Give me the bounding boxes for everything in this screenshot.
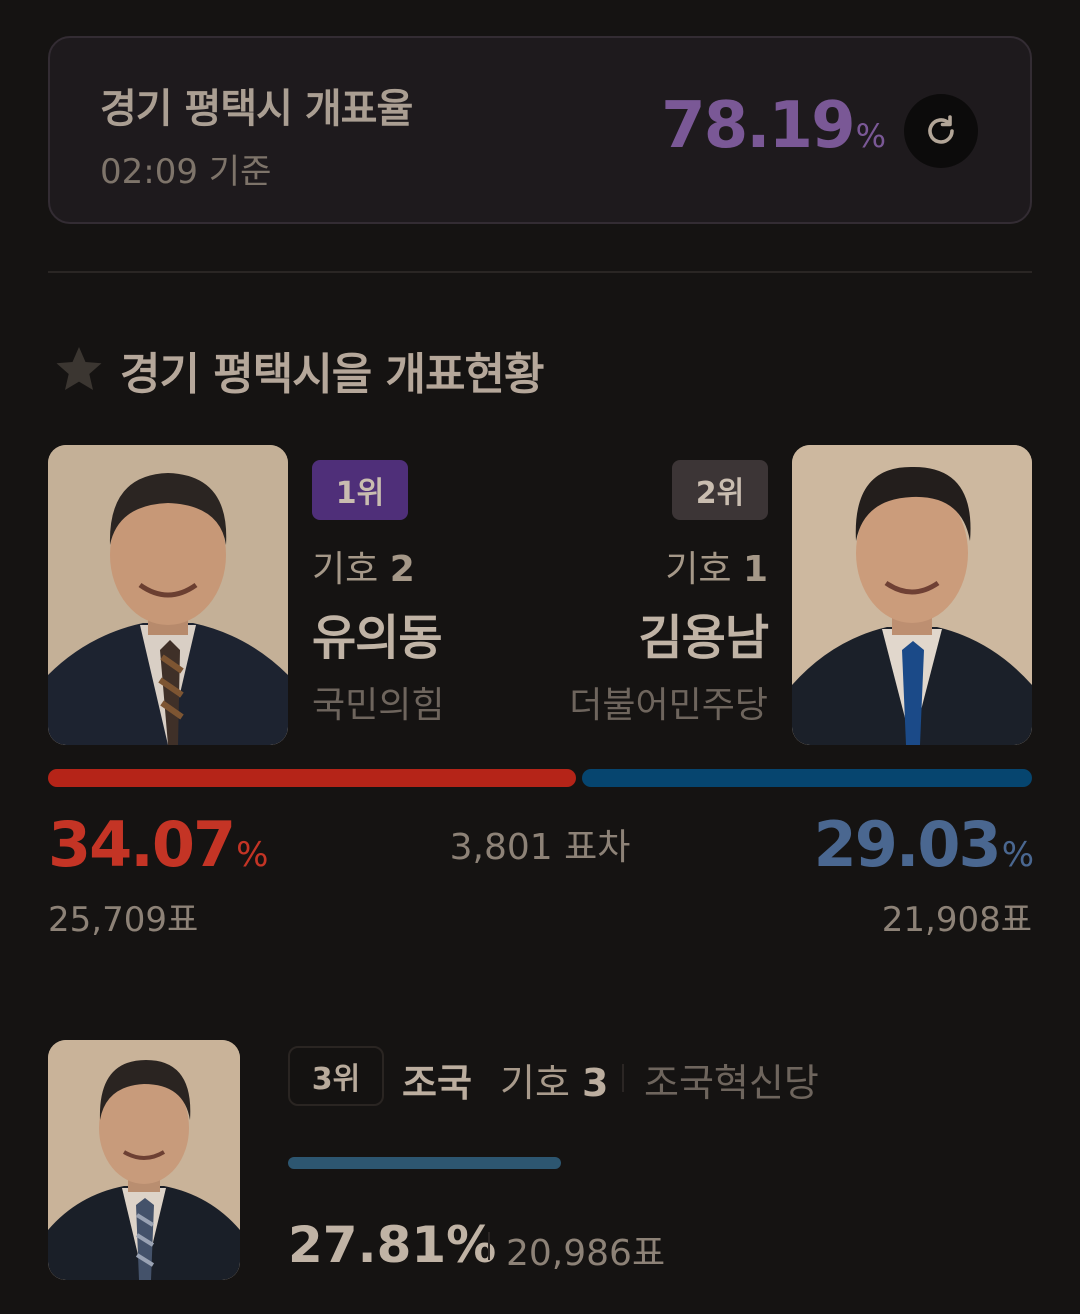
- candidate-number-label-1: 기호: [312, 549, 379, 590]
- section-title: 경기 평택시을 개표현황: [120, 349, 544, 400]
- candidate-number-value-2: 1: [742, 549, 768, 590]
- counting-rate-card: 경기 평택시 개표율 02:09 기준 78.19%: [48, 36, 1032, 224]
- refresh-button[interactable]: [904, 94, 978, 168]
- candidate-percent-value-2: 29.03: [813, 808, 1002, 881]
- rank-badge-1: 1위: [312, 460, 408, 520]
- candidate-party-2: 더불어민주당: [569, 685, 768, 726]
- candidate-photo-2: [792, 445, 1032, 745]
- candidate-votes-3: 20,986표: [506, 1233, 666, 1274]
- candidate-photo-1: [48, 445, 288, 745]
- refresh-icon: [928, 115, 954, 144]
- candidate-number-label-2: 기호: [665, 549, 732, 590]
- counting-time: 02:09 기준: [100, 152, 272, 192]
- vote-share-bar-1: [48, 769, 576, 787]
- candidate-party-1: 국민의힘: [312, 685, 445, 726]
- counting-rate-unit: %: [855, 117, 886, 155]
- candidate-photo-3: [48, 1040, 240, 1280]
- rank-badge-3: 3위: [288, 1046, 384, 1106]
- star-icon[interactable]: [52, 343, 106, 397]
- counting-rate-value: 78.19%: [661, 94, 886, 158]
- candidate-portrait-1: [48, 445, 288, 745]
- candidate-votes-1: 25,709표: [48, 900, 199, 940]
- vote-share-bar-2: [582, 769, 1032, 787]
- candidate-name-1: 유의동: [312, 610, 442, 666]
- separator: [488, 1232, 490, 1260]
- candidate-number-value-1: 2: [389, 549, 415, 590]
- candidate-number-3: 기호 3: [500, 1052, 608, 1107]
- candidate-percent-2: 29.03%: [814, 814, 1034, 876]
- candidate-number-value-3: 3: [582, 1061, 609, 1105]
- candidate-name-3: 조국: [402, 1061, 472, 1105]
- candidate-votes-2: 21,908표: [881, 900, 1032, 940]
- candidate-party-3: 조국혁신당: [644, 1061, 819, 1105]
- candidate-number-2: 기호 1: [665, 540, 768, 592]
- rank-badge-2: 2위: [672, 460, 768, 520]
- counting-rate-number: 78.19: [661, 89, 855, 163]
- candidate-name-2: 김용남: [638, 610, 769, 666]
- section-header: 경기 평택시을 개표현황: [52, 338, 544, 402]
- candidate-number-1: 기호 2: [312, 540, 415, 592]
- divider: [48, 271, 1032, 273]
- separator: [622, 1064, 624, 1092]
- candidate-percent-3: 27.81%: [288, 1216, 497, 1274]
- vote-share-bar-3: [288, 1157, 561, 1169]
- candidate-portrait-2: [792, 445, 1032, 745]
- candidate-number-label-3: 기호: [500, 1061, 570, 1105]
- candidate-percent-unit-2: %: [1001, 835, 1034, 875]
- counting-rate-title: 경기 평택시 개표율: [100, 86, 413, 132]
- candidate-portrait-3: [48, 1040, 240, 1280]
